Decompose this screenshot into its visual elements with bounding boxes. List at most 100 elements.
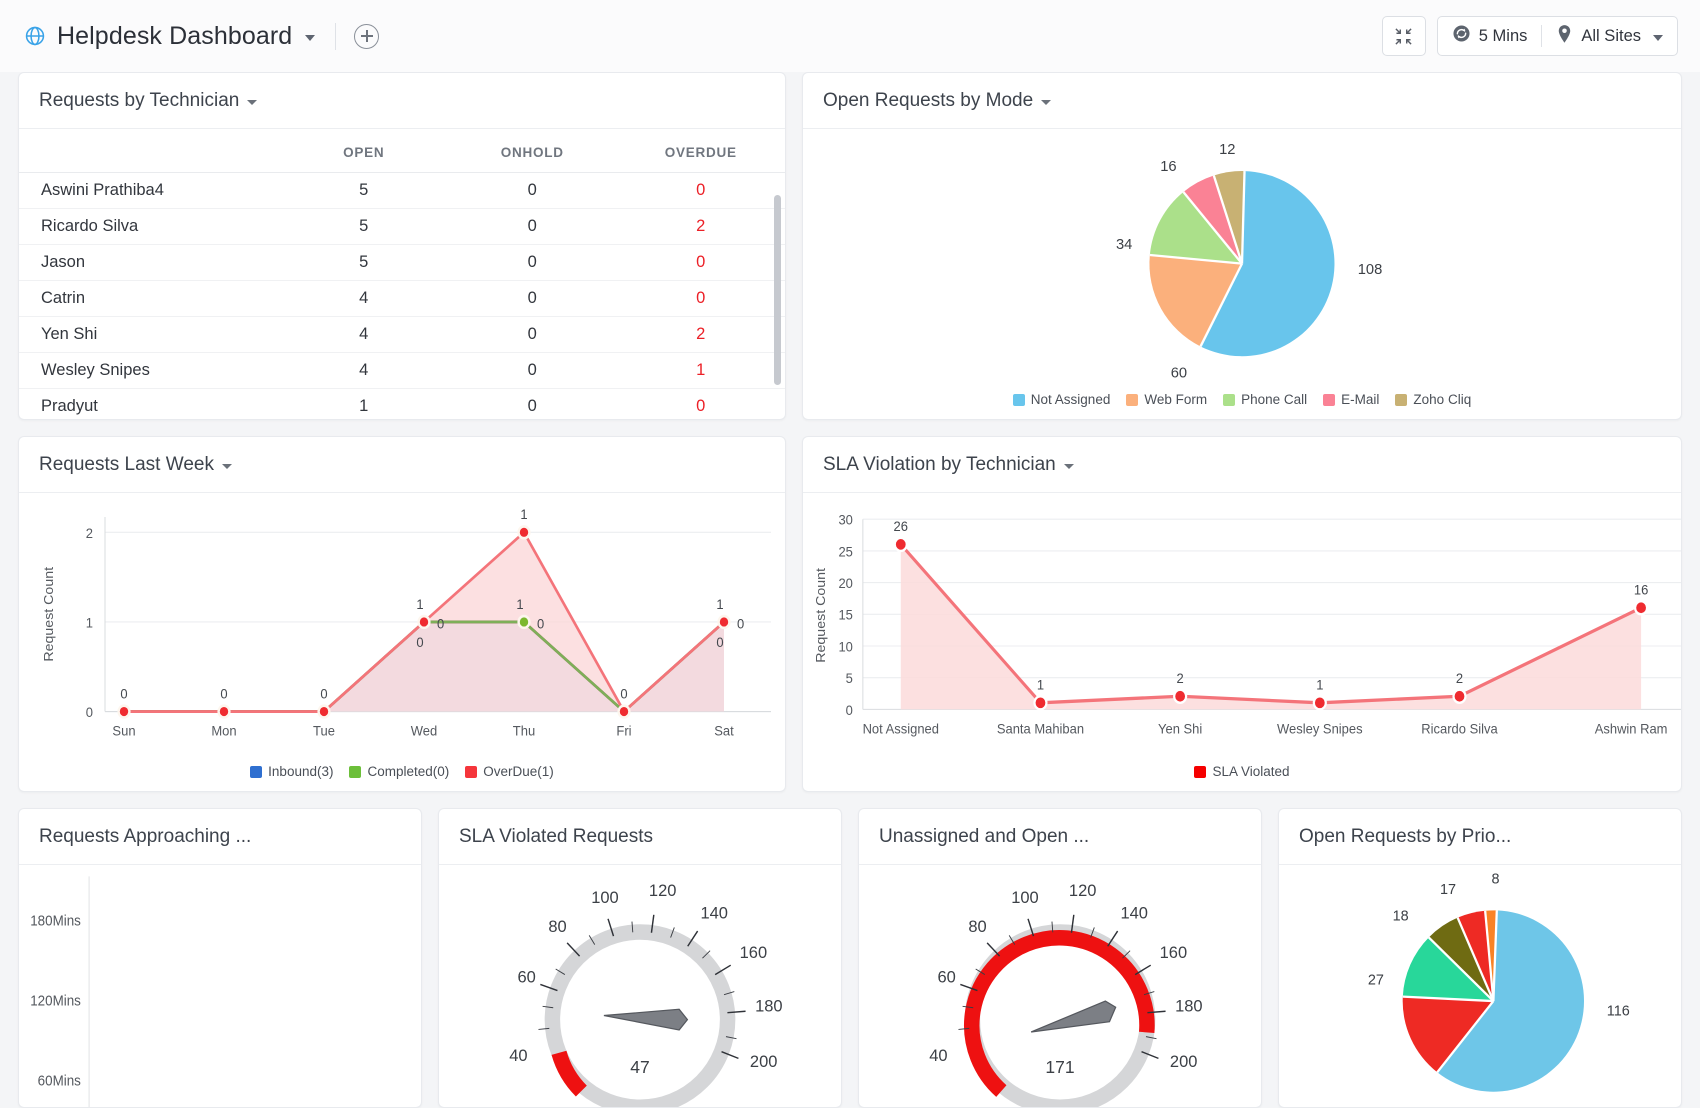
legend-item[interactable]: Not Assigned	[1013, 392, 1111, 407]
cell-technician-name: Pradyut	[19, 389, 279, 420]
svg-text:2: 2	[1456, 671, 1463, 687]
svg-text:Ricardo Silva: Ricardo Silva	[1421, 721, 1498, 737]
svg-text:0: 0	[320, 686, 328, 702]
vertical-scrollbar[interactable]	[774, 195, 781, 385]
cell-technician-name: Catrin	[19, 281, 279, 317]
top-bar: Helpdesk Dashboard	[0, 0, 1700, 72]
svg-text:Thu: Thu	[513, 723, 535, 739]
legend-swatch	[1395, 394, 1407, 406]
svg-text:10: 10	[838, 639, 853, 655]
gauge-tick-label: 40	[509, 1047, 527, 1065]
panel-header[interactable]: SLA Violation by Technician	[803, 437, 1681, 493]
legend-item[interactable]: OverDue(1)	[465, 764, 554, 779]
pie-value-label: 16	[1160, 159, 1176, 175]
gauge-tick-label: 180	[755, 997, 783, 1015]
panel-title: Unassigned and Open ...	[879, 826, 1089, 848]
legend-label: Zoho Cliq	[1413, 392, 1471, 407]
svg-text:Tue: Tue	[313, 723, 335, 739]
column-header-name	[19, 129, 279, 173]
gauge-tick-label: 80	[548, 918, 566, 936]
svg-text:2: 2	[1177, 671, 1184, 687]
dashboard-row-3: Requests Approaching ... 180Mins 120Mins…	[18, 808, 1682, 1108]
y-tick-label: 0	[86, 704, 94, 720]
chevron-down-icon[interactable]	[1041, 100, 1051, 105]
panel-body: 30 25 20 15 10 5 0 Request Count	[803, 493, 1681, 764]
legend-item[interactable]: Completed(0)	[349, 764, 449, 779]
svg-text:0: 0	[716, 635, 724, 651]
sla-violation-line-chart[interactable]: 30 25 20 15 10 5 0 Request Count	[803, 493, 1681, 764]
panel-header[interactable]: Requests Approaching ...	[19, 809, 421, 865]
panel-header[interactable]: Open Requests by Mode	[803, 73, 1681, 129]
cell-open: 5	[279, 173, 448, 209]
svg-text:1: 1	[416, 596, 423, 612]
add-widget-button[interactable]	[354, 24, 379, 49]
site-selector-button[interactable]: All Sites	[1556, 24, 1663, 49]
table-row[interactable]: Wesley Snipes 4 0 1	[19, 353, 785, 389]
chevron-down-icon[interactable]	[1653, 35, 1663, 41]
panel-header[interactable]: Requests by Technician	[19, 73, 785, 129]
y-tick-label: 120Mins	[30, 992, 81, 1009]
unassigned-open-gauge[interactable]: 40 60 80 100 120 140 160 180 200 171	[859, 865, 1261, 1107]
y-tick-label: 2	[86, 525, 93, 541]
legend-item[interactable]: Zoho Cliq	[1395, 392, 1471, 407]
table-row[interactable]: Aswini Prathiba4 5 0 0	[19, 173, 785, 209]
column-header-overdue: OVERDUE	[616, 129, 785, 173]
panel-title: Requests Approaching ...	[39, 826, 251, 848]
gauge-tick-label: 120	[1069, 882, 1097, 900]
cell-overdue: 0	[616, 173, 785, 209]
panel-header[interactable]: Unassigned and Open ...	[859, 809, 1261, 865]
approaching-chart[interactable]: 180Mins 120Mins 60Mins	[19, 865, 421, 1107]
legend-label: Phone Call	[1241, 392, 1307, 407]
panel-title: SLA Violated Requests	[459, 826, 653, 848]
legend-swatch	[1013, 394, 1025, 406]
legend-item[interactable]: Phone Call	[1223, 392, 1307, 407]
table-scroll-area[interactable]: OPEN ONHOLD OVERDUE Aswini Prathiba4 5 0…	[19, 129, 785, 419]
panel-title: Requests Last Week	[39, 454, 214, 476]
panel-header[interactable]: Open Requests by Prio...	[1279, 809, 1681, 865]
table-row[interactable]: Pradyut 1 0 0	[19, 389, 785, 420]
chevron-down-icon[interactable]	[247, 100, 257, 105]
cell-open: 5	[279, 245, 448, 281]
legend-item[interactable]: E-Mail	[1323, 392, 1379, 407]
table-row[interactable]: Yen Shi 4 0 2	[19, 317, 785, 353]
y-tick-label: 60Mins	[38, 1072, 81, 1089]
priority-pie-chart[interactable]: 116 27 18 17 8	[1279, 865, 1681, 1107]
legend-swatch	[1323, 394, 1335, 406]
cell-overdue: 0	[616, 281, 785, 317]
legend-item[interactable]: Web Form	[1126, 392, 1207, 407]
y-tick-label: 1	[86, 615, 93, 631]
table-row[interactable]: Catrin 4 0 0	[19, 281, 785, 317]
panel-header[interactable]: Requests Last Week	[19, 437, 785, 493]
panel-sla-violated-requests: SLA Violated Requests	[438, 808, 842, 1108]
table-row[interactable]: Ricardo Silva 5 0 2	[19, 209, 785, 245]
legend-swatch	[1223, 394, 1235, 406]
last-week-line-chart[interactable]: 2 1 0 Request Count	[19, 493, 785, 764]
svg-text:Santa Mahiban: Santa Mahiban	[997, 721, 1084, 737]
collapse-button[interactable]	[1382, 16, 1426, 56]
legend-swatch	[250, 766, 262, 778]
chevron-down-icon[interactable]	[305, 35, 315, 41]
svg-text:1: 1	[716, 596, 723, 612]
svg-text:1: 1	[1316, 677, 1323, 693]
mode-pie-chart[interactable]: 108 60 34 16 12	[803, 129, 1681, 392]
chevron-down-icon[interactable]	[1064, 464, 1074, 469]
legend-item[interactable]: Inbound(3)	[250, 764, 333, 779]
cell-open: 4	[279, 281, 448, 317]
panel-title: Open Requests by Prio...	[1299, 826, 1511, 848]
refresh-interval-button[interactable]: 5 Mins	[1452, 24, 1528, 48]
panel-title: Requests by Technician	[39, 90, 239, 112]
pie-value-label: 17	[1440, 882, 1456, 898]
pie-value-label: 27	[1368, 973, 1384, 989]
dashboard-title-group[interactable]: Helpdesk Dashboard	[24, 22, 315, 51]
table-row[interactable]: Jason 5 0 0	[19, 245, 785, 281]
panel-header[interactable]: SLA Violated Requests	[439, 809, 841, 865]
chevron-down-icon[interactable]	[222, 464, 232, 469]
pie-value-label: 12	[1219, 142, 1235, 158]
cell-onhold: 0	[448, 317, 617, 353]
legend-item[interactable]: SLA Violated	[1194, 764, 1289, 779]
sla-violated-gauge[interactable]: 40 60 80 100 120 140 160 180 200 47	[439, 865, 841, 1107]
location-pin-icon	[1556, 24, 1573, 49]
svg-text:0: 0	[220, 686, 228, 702]
panel-body: 40 60 80 100 120 140 160 180 200 171	[859, 865, 1261, 1107]
svg-text:1: 1	[520, 507, 527, 523]
